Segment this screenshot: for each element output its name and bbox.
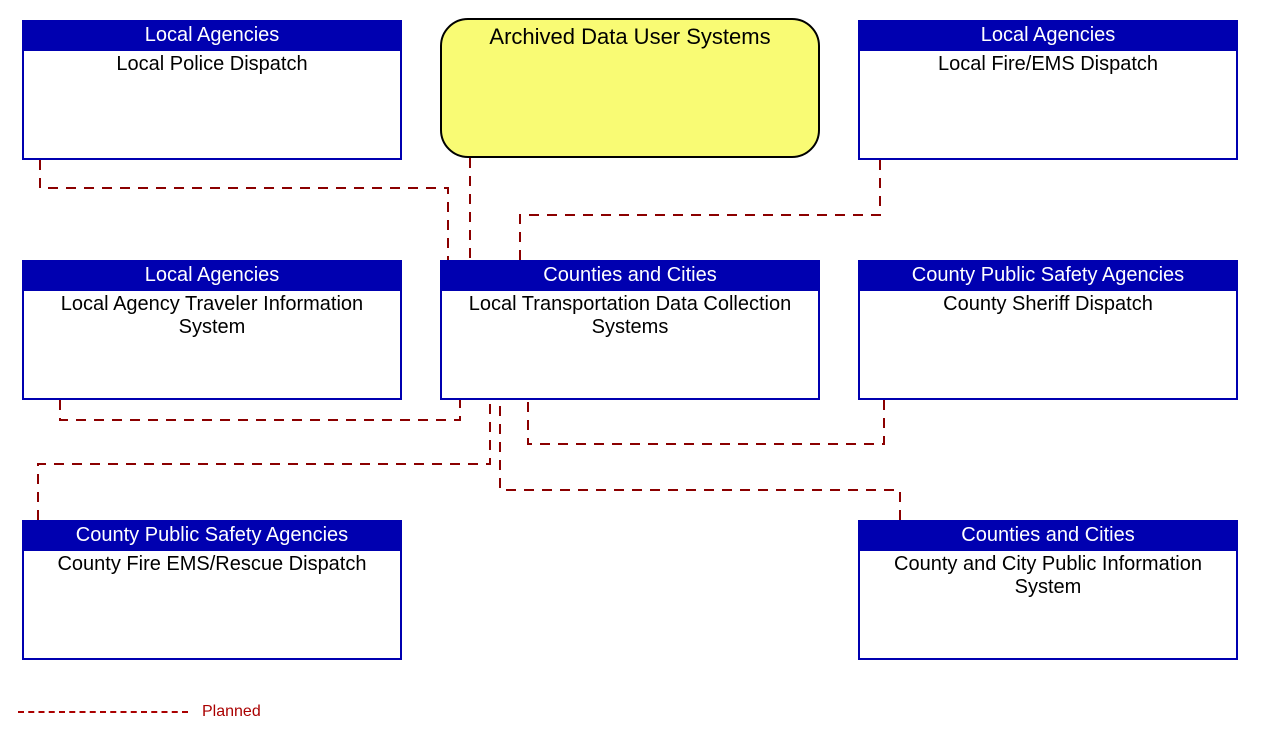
legend: Planned [18, 703, 261, 721]
conn-b5-b4 [528, 400, 884, 444]
box-county-fire-ems-rescue: County Public Safety Agencies County Fir… [22, 520, 402, 660]
box-body: County Fire EMS/Rescue Dispatch [24, 551, 400, 582]
box-header: County Public Safety Agencies [860, 262, 1236, 291]
box-header: Counties and Cities [860, 522, 1236, 551]
box-body: Local Agency Traveler Information System [24, 291, 400, 345]
box-header: Local Agencies [24, 22, 400, 51]
box-local-agency-traveler-info: Local Agencies Local Agency Traveler Inf… [22, 260, 402, 400]
conn-b7-b4 [500, 400, 900, 520]
box-header: Counties and Cities [442, 262, 818, 291]
archived-data-title: Archived Data User Systems [489, 24, 770, 49]
box-county-sheriff-dispatch: County Public Safety Agencies County She… [858, 260, 1238, 400]
archived-data-user-systems-box: Archived Data User Systems [440, 18, 820, 158]
conn-b3-b4 [60, 400, 460, 420]
diagram-canvas: Archived Data User Systems Local Agencie… [0, 0, 1261, 742]
box-header: County Public Safety Agencies [24, 522, 400, 551]
box-body: Local Fire/EMS Dispatch [860, 51, 1236, 82]
conn-b1-b4 [40, 160, 448, 260]
legend-label: Planned [202, 703, 261, 721]
box-local-police-dispatch: Local Agencies Local Police Dispatch [22, 20, 402, 160]
box-county-city-public-info: Counties and Cities County and City Publ… [858, 520, 1238, 660]
conn-b6-b4 [38, 400, 490, 520]
box-body: County and City Public Information Syste… [860, 551, 1236, 605]
box-header: Local Agencies [860, 22, 1236, 51]
box-header: Local Agencies [24, 262, 400, 291]
box-body: Local Police Dispatch [24, 51, 400, 82]
box-local-transportation-data: Counties and Cities Local Transportation… [440, 260, 820, 400]
conn-b2-b4 [520, 160, 880, 260]
box-body: County Sheriff Dispatch [860, 291, 1236, 322]
box-local-fire-ems-dispatch: Local Agencies Local Fire/EMS Dispatch [858, 20, 1238, 160]
legend-dash-icon [18, 711, 188, 713]
box-body: Local Transportation Data Collection Sys… [442, 291, 818, 345]
